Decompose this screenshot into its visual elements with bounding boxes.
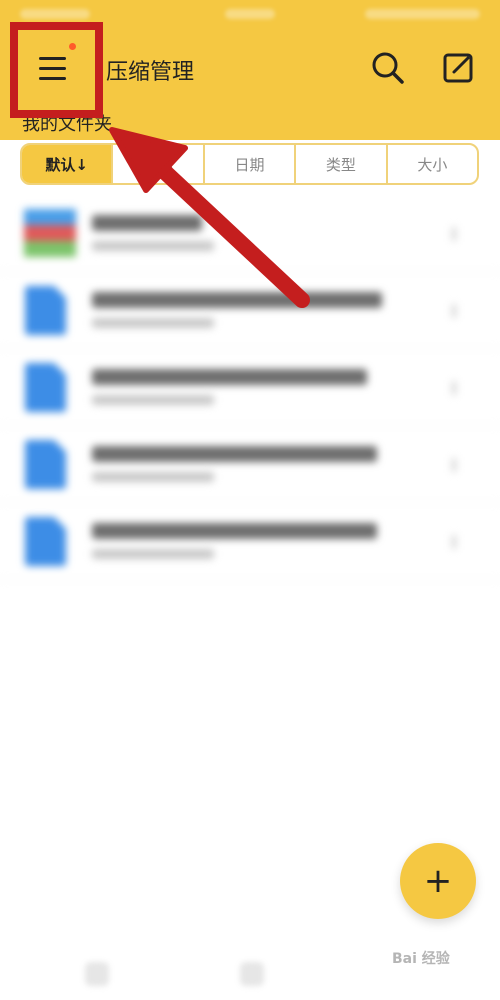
archive-icon <box>24 207 76 259</box>
hamburger-menu-icon <box>38 56 66 60</box>
more-options-icon[interactable] <box>452 381 456 395</box>
more-options-icon[interactable] <box>452 227 456 241</box>
more-options-icon[interactable] <box>452 458 456 472</box>
notification-dot <box>69 43 76 50</box>
list-item[interactable] <box>0 272 500 349</box>
file-list <box>0 195 500 580</box>
watermark: Bai 经验 <box>392 951 450 967</box>
file-name <box>92 292 382 308</box>
document-icon <box>24 515 68 567</box>
edit-icon[interactable] <box>438 48 478 88</box>
page-title: 压缩管理 <box>106 60 195 85</box>
file-name <box>92 369 367 385</box>
tab-sort-date[interactable]: 日期 <box>205 145 297 183</box>
section-label-my-folder: 我的文件夹 <box>22 114 112 135</box>
file-meta <box>92 241 214 251</box>
status-bar <box>0 0 500 30</box>
list-item[interactable] <box>0 195 500 272</box>
tab-sort-size[interactable]: 大小 <box>388 145 477 183</box>
file-name <box>92 523 377 539</box>
hamburger-bar <box>38 76 66 80</box>
tab-sort-default[interactable]: 默认↓ <box>22 145 114 183</box>
file-name <box>92 215 202 231</box>
more-options-icon[interactable] <box>452 535 456 549</box>
nav-item[interactable] <box>85 962 109 986</box>
document-icon <box>24 438 68 490</box>
file-meta <box>92 549 214 559</box>
tab-sort-name[interactable]: 名称 <box>113 145 205 183</box>
hamburger-bar <box>38 66 66 70</box>
file-meta <box>92 395 214 405</box>
document-icon <box>24 284 68 336</box>
search-icon[interactable] <box>368 48 408 88</box>
nav-item[interactable] <box>240 962 264 986</box>
tab-sort-type[interactable]: 类型 <box>296 145 388 183</box>
hamburger-menu-button[interactable] <box>22 44 82 92</box>
document-icon <box>24 361 68 413</box>
list-item[interactable] <box>0 503 500 580</box>
file-name <box>92 446 377 462</box>
file-meta <box>92 472 214 482</box>
list-item[interactable] <box>0 426 500 503</box>
app-header: 压缩管理 我的文件夹 <box>0 0 500 140</box>
sort-tabs: 默认↓ 名称 日期 类型 大小 <box>20 143 479 185</box>
file-meta <box>92 318 214 328</box>
add-button[interactable]: + <box>400 843 476 919</box>
list-item[interactable] <box>0 349 500 426</box>
more-options-icon[interactable] <box>452 304 456 318</box>
